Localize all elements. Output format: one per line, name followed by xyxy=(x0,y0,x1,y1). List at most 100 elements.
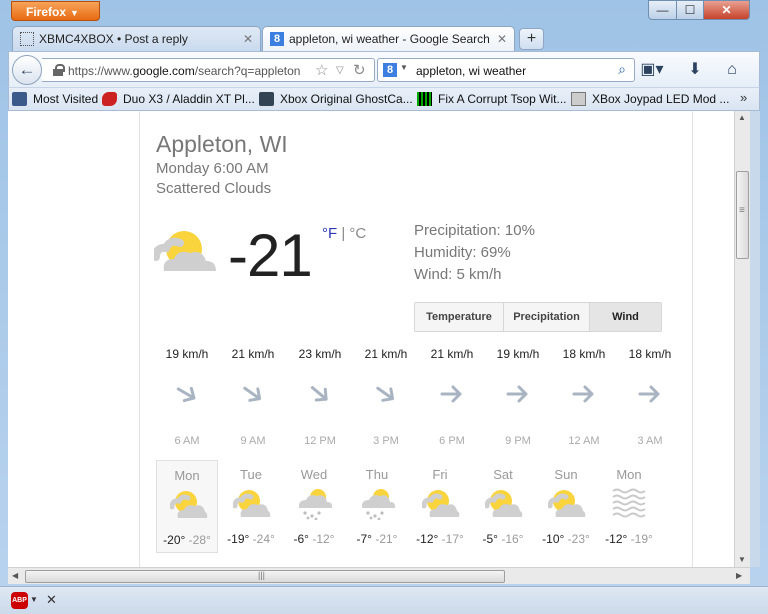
weather-view-tabs: Temperature Precipitation Wind xyxy=(414,302,662,332)
forecast-day[interactable]: Mon -12° -19° xyxy=(598,460,660,553)
day-temperatures: -7° -21° xyxy=(346,532,408,546)
bookmark-fix-tsop[interactable]: Fix A Corrupt Tsop Wit... xyxy=(417,91,566,108)
precipitation-stat: Precipitation: 10% xyxy=(414,222,535,239)
addon-bar: ABP ▼ ✕ xyxy=(0,586,768,614)
adblock-dropdown-icon[interactable]: ▼ xyxy=(30,595,38,604)
tab-title: appleton, wi weather - Google Search xyxy=(289,32,490,46)
wind-direction-arrow-icon xyxy=(176,386,196,403)
forecast-day[interactable]: Sun -10° -23° xyxy=(535,460,597,553)
minimize-button[interactable]: — xyxy=(648,0,677,20)
bookmark-joypad-led[interactable]: XBox Joypad LED Mod ... xyxy=(571,91,729,108)
bookmarks-bar: Most Visited Duo X3 / Aladdin XT Pl... X… xyxy=(8,87,760,111)
google-search-engine-icon[interactable]: 8 xyxy=(383,63,397,77)
wind-speed: 21 km/h xyxy=(430,347,474,361)
high-temp: -7° xyxy=(356,532,372,546)
day-temperatures: -10° -23° xyxy=(535,532,597,546)
bookmark-most-visited[interactable]: Most Visited xyxy=(12,91,98,108)
day-name: Fri xyxy=(432,467,448,482)
low-temp: -16° xyxy=(501,532,524,546)
vertical-scrollbar[interactable]: ▲ ▼ xyxy=(734,111,750,567)
low-temp: -28° xyxy=(188,533,211,547)
search-bar[interactable]: 8 ▼ ⌕ xyxy=(377,58,635,82)
adblock-plus-icon[interactable]: ABP xyxy=(11,592,28,609)
day-name: Thu xyxy=(365,467,389,482)
horizontal-scroll-thumb[interactable] xyxy=(25,570,505,583)
tab-wind[interactable]: Wind xyxy=(590,303,661,331)
high-temp: -5° xyxy=(482,532,498,546)
forecast-day[interactable]: Sat -5° -16° xyxy=(472,460,534,553)
hour-label: 3 PM xyxy=(373,435,399,447)
scroll-right-icon[interactable]: ▶ xyxy=(736,571,742,580)
celsius-toggle[interactable]: °C xyxy=(349,225,366,242)
firefox-menu-button[interactable]: Firefox ▼ xyxy=(11,1,100,21)
bookmark-xbox-ghostcase[interactable]: Xbox Original GhostCa... xyxy=(259,91,413,108)
site-favicon-icon xyxy=(571,92,586,106)
home-icon[interactable]: ⌂ xyxy=(719,58,745,82)
tab-google-search[interactable]: 8 appleton, wi weather - Google Search ✕ xyxy=(262,26,515,51)
wind-speed: 23 km/h xyxy=(298,347,342,361)
close-tab-icon[interactable]: ✕ xyxy=(497,32,507,46)
page-placeholder-icon xyxy=(20,32,34,46)
wind-direction-arrow-icon xyxy=(638,385,660,403)
wind-direction-arrow-icon xyxy=(243,386,262,402)
partly-cloudy-icon xyxy=(232,486,271,523)
bookmark-duo-x3[interactable]: Duo X3 / Aladdin XT Pl... xyxy=(102,91,255,108)
url-text[interactable]: https://www.google.com/search?q=appleton xyxy=(68,64,306,78)
partly-cloudy-icon xyxy=(154,231,216,271)
tab-precipitation[interactable]: Precipitation xyxy=(504,303,590,331)
partly-cloudy-icon xyxy=(484,486,523,523)
haze-icon xyxy=(611,486,649,523)
maximize-button[interactable]: ☐ xyxy=(676,0,704,20)
fahrenheit-toggle[interactable]: °F xyxy=(322,225,337,242)
current-temperature: -21 xyxy=(228,222,313,289)
forecast-day[interactable]: Tue -19° -24° xyxy=(220,460,282,553)
day-name: Mon xyxy=(616,467,642,482)
hourly-wind-row: 19 km/h 6 AM 21 km/h 9 AM 23 km/h 12 PM 21 km/… xyxy=(140,347,694,447)
reload-icon[interactable]: ↻ xyxy=(353,61,366,79)
scroll-down-icon[interactable]: ▼ xyxy=(738,555,746,564)
day-name: Tue xyxy=(240,467,262,482)
url-bar[interactable]: https://www.google.com/search?q=appleton… xyxy=(42,58,375,82)
close-window-button[interactable]: ✕ xyxy=(703,0,750,20)
page-content: Appleton, WI Monday 6:00 AM Scattered Cl… xyxy=(8,111,734,567)
downloads-icon[interactable]: ⬇ xyxy=(682,58,708,82)
partly-cloudy-icon xyxy=(547,486,586,523)
day-temperatures: -6° -12° xyxy=(283,532,345,546)
window-frame-edge xyxy=(750,111,760,567)
forecast-day[interactable]: Fri -12° -17° xyxy=(409,460,471,553)
bookmarks-overflow-icon[interactable]: » xyxy=(740,90,747,105)
high-temp: -12° xyxy=(416,532,439,546)
search-icon[interactable]: ⌕ xyxy=(618,61,626,78)
tab-temperature[interactable]: Temperature xyxy=(415,303,504,331)
new-tab-button[interactable]: + xyxy=(519,28,544,50)
wind-direction-arrow-icon xyxy=(440,385,462,403)
search-input[interactable] xyxy=(416,62,606,79)
close-addon-bar-button[interactable]: ✕ xyxy=(46,592,57,608)
forecast-day[interactable]: Mon -20° -28° xyxy=(156,460,218,553)
google-favicon-icon: 8 xyxy=(270,32,284,46)
unit-toggle: °F | °C xyxy=(322,225,367,242)
forecast-day[interactable]: Wed -6° -12° xyxy=(283,460,345,553)
bookmark-star-icon[interactable]: ☆ xyxy=(315,61,328,79)
day-name: Wed xyxy=(300,467,328,482)
wind-speed: 19 km/h xyxy=(496,347,540,361)
lock-icon[interactable] xyxy=(53,64,65,76)
scroll-left-icon[interactable]: ◀ xyxy=(12,571,18,580)
forecast-day[interactable]: Thu -7° -21° xyxy=(346,460,408,553)
back-button[interactable]: ← xyxy=(12,55,42,85)
low-temp: -17° xyxy=(441,532,464,546)
tab-xbmc4xbox[interactable]: XBMC4XBOX • Post a reply ✕ xyxy=(12,26,261,51)
wind-speed: 21 km/h xyxy=(231,347,275,361)
scroll-up-icon[interactable]: ▲ xyxy=(738,113,746,122)
horizontal-scrollbar[interactable]: ◀ ▶ xyxy=(8,567,750,584)
bookmarks-menu-icon[interactable]: ▣▾ xyxy=(639,58,665,82)
hour-label: 3 AM xyxy=(637,435,663,447)
humidity-stat: Humidity: 69% xyxy=(414,244,511,261)
close-tab-icon[interactable]: ✕ xyxy=(243,32,253,46)
tab-strip: XBMC4XBOX • Post a reply ✕ 8 appleton, w… xyxy=(8,24,760,51)
low-temp: -23° xyxy=(567,532,590,546)
weather-location: Appleton, WI xyxy=(156,131,288,157)
search-engine-dropdown-icon[interactable]: ▼ xyxy=(400,63,408,72)
vertical-scroll-thumb[interactable] xyxy=(736,171,749,259)
history-dropdown-icon[interactable]: ▽ xyxy=(336,65,344,76)
